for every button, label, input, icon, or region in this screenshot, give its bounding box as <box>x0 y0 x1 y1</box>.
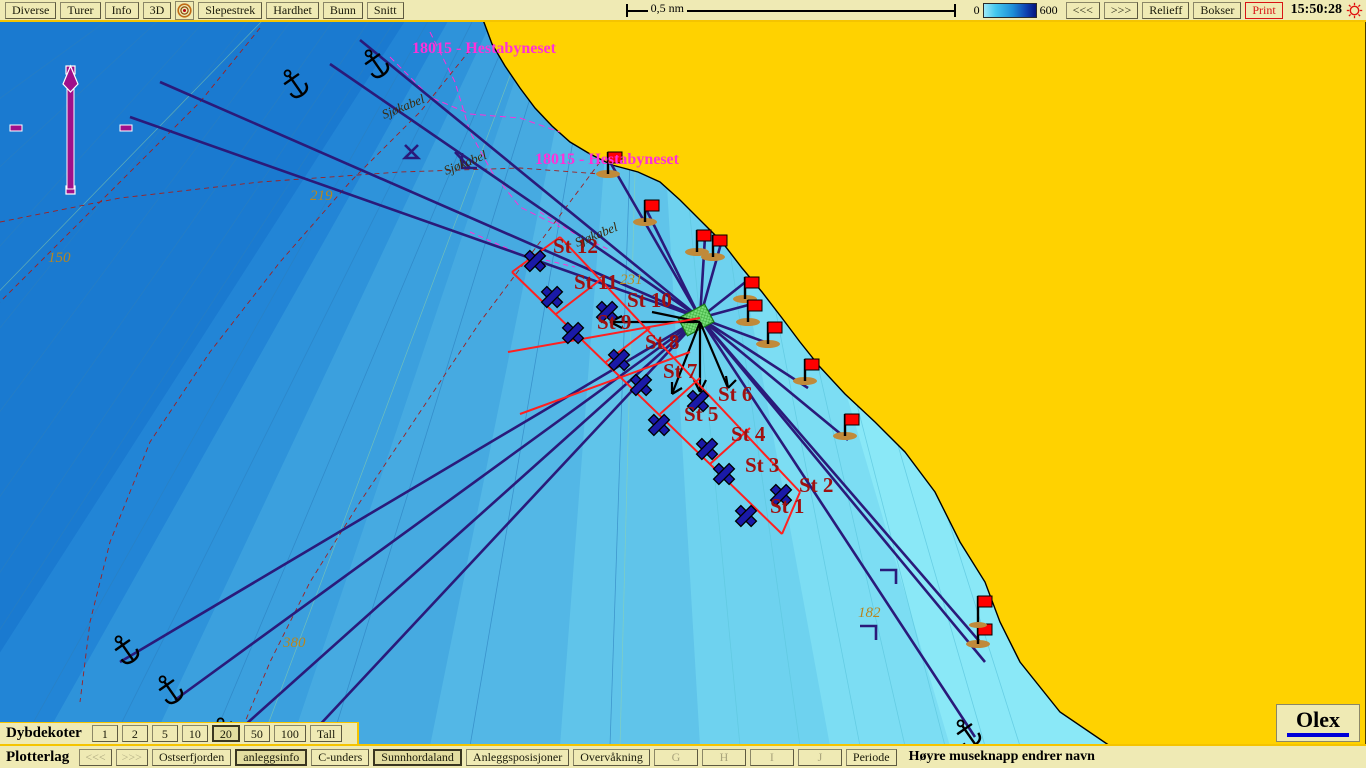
station-label-st5[interactable]: St 5 <box>684 402 718 426</box>
layer-prev-button[interactable]: <<< <box>79 748 112 766</box>
olex-application-window: Diverse Turer Info 3D Slepestrek Hardhet… <box>0 0 1366 768</box>
depth-number-182: 182 <box>858 605 881 621</box>
layer-button-c-unders[interactable]: C-unders <box>311 748 370 766</box>
layer-option-group: Ostserfjorden anleggsinfo C-unders Sunnhord… <box>150 748 899 766</box>
scale-label: 0,5 nm <box>647 1 687 16</box>
relieff-button[interactable]: Relieff <box>1142 1 1190 19</box>
station-label-st6[interactable]: St 6 <box>718 382 752 406</box>
layer-button-j[interactable]: J <box>797 748 842 766</box>
station-label-st7[interactable]: St 7 <box>663 359 697 383</box>
layer-button-h[interactable]: H <box>701 748 746 766</box>
depth-option-5[interactable]: 5 <box>151 725 178 742</box>
depth-option-group: 1 2 5 10 20 50 100 Tall <box>90 725 345 743</box>
station-label-st11[interactable]: St 11 <box>574 270 618 294</box>
depth-option-1[interactable]: 1 <box>91 725 118 742</box>
station-label-st10[interactable]: St 10 <box>627 288 672 312</box>
depth-option-20[interactable]: 20 <box>211 725 240 742</box>
site-label-1[interactable]: 18015 - Hestabyneset <box>412 40 557 57</box>
clock-display: 15:50:28 <box>1290 2 1342 17</box>
layer-next-button[interactable]: >>> <box>115 748 148 766</box>
depth-contour-toolbar: Dybdekoter 1 2 5 10 20 50 100 Tall <box>0 722 359 744</box>
legend-min-value: 0 <box>973 2 980 17</box>
top-toolbar: Diverse Turer Info 3D Slepestrek Hardhet… <box>0 0 1366 22</box>
status-hint-text: Høyre museknapp endrer navn <box>908 749 1095 764</box>
scale-cap-right <box>953 4 956 17</box>
3d-button[interactable]: 3D <box>142 1 172 19</box>
plotterlag-label: Plotterlag <box>6 748 70 765</box>
depth-option-tall[interactable]: Tall <box>309 725 343 742</box>
layer-button-anleggsinfo[interactable]: anleggsinfo <box>235 748 308 766</box>
info-button[interactable]: Info <box>104 1 139 19</box>
print-button[interactable]: Print <box>1245 1 1283 19</box>
bokser-button[interactable]: Bokser <box>1193 1 1242 19</box>
map-scale-bar: 0,5 nm <box>625 1 956 19</box>
depth-option-100[interactable]: 100 <box>273 725 306 742</box>
depth-number-380: 380 <box>282 635 306 651</box>
diverse-button[interactable]: Diverse <box>5 1 57 19</box>
dybdekoter-label: Dybdekoter <box>6 725 82 741</box>
olex-logo-underline <box>1287 733 1349 737</box>
slepestrek-button[interactable]: Slepestrek <box>198 1 263 19</box>
layer-button-overv-kning[interactable]: Overvåkning <box>573 748 650 766</box>
layer-button-anleggsposisjoner[interactable]: Anleggsposisjoner <box>465 748 570 766</box>
layer-button-g[interactable]: G <box>653 748 698 766</box>
depth-number-231: 231 <box>620 272 643 288</box>
compass-target-icon[interactable] <box>175 0 195 20</box>
nautical-chart-canvas[interactable]: 18015 - Hestabyneset 18015 - Hestabyneset… <box>0 22 1366 746</box>
scale-cap-left <box>625 4 628 17</box>
olex-logo: Olex <box>1276 704 1360 742</box>
olex-logo-text: Olex <box>1296 707 1340 732</box>
top-toolbar-left-group: Diverse Turer Info 3D Slepestrek Hardhet… <box>0 0 406 20</box>
depth-option-10[interactable]: 10 <box>181 725 208 742</box>
depth-number-150: 150 <box>48 250 71 266</box>
scale-in-button[interactable]: >>> <box>1103 1 1139 19</box>
sun-icon[interactable] <box>1346 2 1363 19</box>
depth-option-50[interactable]: 50 <box>243 725 270 742</box>
depth-number-219: 219 <box>310 188 333 204</box>
turer-button[interactable]: Turer <box>60 1 101 19</box>
hardhet-button[interactable]: Hardhet <box>266 1 319 19</box>
depth-option-2[interactable]: 2 <box>121 725 148 742</box>
layer-button-periode[interactable]: Periode <box>845 748 897 766</box>
layer-button-sunnhordaland[interactable]: Sunnhordaland <box>373 748 462 766</box>
station-label-st3[interactable]: St 3 <box>745 453 779 477</box>
layer-button-ostserfjorden[interactable]: Ostserfjorden <box>151 748 232 766</box>
station-label-st9[interactable]: St 9 <box>597 310 631 334</box>
station-label-st4[interactable]: St 4 <box>731 422 766 446</box>
legend-gradient-ramp <box>982 2 1037 18</box>
chart-svg: 18015 - Hestabyneset 18015 - Hestabyneset… <box>0 22 1366 746</box>
plotter-layer-toolbar: Plotterlag <<< >>> Ostserfjorden anleggsi… <box>0 744 1366 768</box>
top-toolbar-right-group: 0,5 nm 0 600 <<< >>> Relieff Bokser Prin… <box>616 1 1366 19</box>
station-label-st1[interactable]: St 1 <box>770 494 804 518</box>
scale-out-button[interactable]: <<< <box>1065 1 1100 19</box>
layer-button-i[interactable]: I <box>749 748 794 766</box>
depth-colour-legend: 0 600 <box>973 2 1058 18</box>
snitt-button[interactable]: Snitt <box>366 1 404 19</box>
bunn-button[interactable]: Bunn <box>322 1 363 19</box>
legend-max-value: 600 <box>1039 2 1058 17</box>
site-label-2[interactable]: 18015 - Hestabyneset <box>535 151 680 168</box>
station-label-st8[interactable]: St 8 <box>645 330 679 354</box>
